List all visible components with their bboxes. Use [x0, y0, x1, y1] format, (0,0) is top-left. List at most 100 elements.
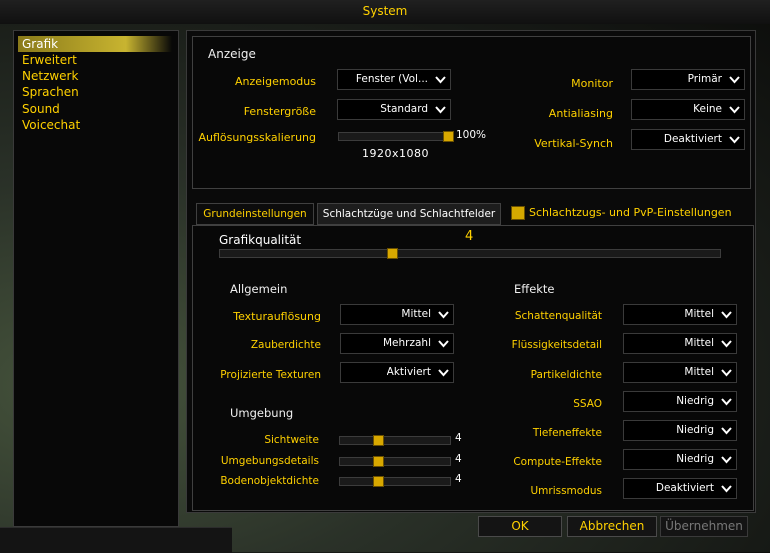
- environment-detail-thumb[interactable]: [373, 456, 384, 467]
- ground-clutter-slider[interactable]: [339, 476, 451, 487]
- outline-mode-label: Umrissmodus: [530, 485, 602, 497]
- graphics-quality-slider[interactable]: [219, 248, 721, 259]
- graphics-quality-label: Grafikqualität: [219, 233, 302, 247]
- render-scale-label: Auflösungsskalierung: [198, 131, 316, 144]
- chevron-down-icon: [729, 76, 740, 84]
- view-distance-thumb[interactable]: [373, 435, 384, 446]
- general-heading: Allgemein: [230, 282, 288, 296]
- window-size-dropdown[interactable]: Standard: [337, 99, 451, 120]
- antialiasing-value: Keine: [693, 103, 722, 115]
- chevron-down-icon: [435, 76, 446, 84]
- display-mode-label: Anzeigemodus: [235, 75, 316, 88]
- texture-resolution-dropdown[interactable]: Mittel: [340, 304, 454, 325]
- depth-effects-dropdown[interactable]: Niedrig: [623, 420, 737, 441]
- nav-item-grafik[interactable]: Grafik: [18, 36, 172, 52]
- view-distance-value: 4: [455, 432, 462, 444]
- nav-item-sound[interactable]: Sound: [18, 101, 172, 117]
- ssao-dropdown[interactable]: Niedrig: [623, 391, 737, 412]
- spell-density-label: Zauberdichte: [250, 339, 321, 351]
- display-heading: Anzeige: [208, 47, 256, 61]
- checkbox-checked-icon[interactable]: [511, 206, 525, 220]
- chevron-down-icon: [721, 398, 732, 406]
- liquid-detail-label: Flüssigkeitsdetail: [511, 339, 602, 351]
- render-scale-thumb[interactable]: [443, 131, 454, 142]
- bottom-bar-remnant: [0, 527, 232, 553]
- graphics-settings-box: Grafikqualität 4 Allgemein Texturauflösu…: [192, 225, 754, 511]
- nav-item-voicechat[interactable]: Voicechat: [18, 117, 172, 133]
- projected-textures-label: Projizierte Texturen: [220, 369, 321, 381]
- chevron-down-icon: [435, 106, 446, 114]
- texture-resolution-label: Texturauflösung: [233, 310, 321, 323]
- vsync-dropdown[interactable]: Deaktiviert: [631, 129, 745, 150]
- environment-detail-label: Umgebungsdetails: [220, 455, 319, 467]
- outline-mode-dropdown[interactable]: Deaktiviert: [623, 478, 737, 499]
- environment-detail-slider[interactable]: [339, 456, 451, 467]
- chevron-down-icon: [721, 340, 732, 348]
- particle-density-dropdown[interactable]: Mittel: [623, 362, 737, 383]
- shadow-quality-dropdown[interactable]: Mittel: [623, 304, 737, 325]
- chevron-down-icon: [721, 456, 732, 464]
- shadow-quality-value: Mittel: [684, 308, 714, 320]
- spell-density-dropdown[interactable]: Mehrzahl: [340, 333, 454, 354]
- display-mode-value: Fenster (Vol...: [355, 73, 428, 85]
- chevron-down-icon: [729, 106, 740, 114]
- graphics-quality-thumb[interactable]: [387, 248, 398, 259]
- window-size-label: Fenstergröße: [243, 105, 316, 118]
- ground-clutter-value: 4: [455, 473, 462, 485]
- chevron-down-icon: [721, 485, 732, 493]
- liquid-detail-dropdown[interactable]: Mittel: [623, 333, 737, 354]
- raid-pvp-settings-label: Schlachtzugs- und PvP-Einstellungen: [529, 206, 732, 219]
- chevron-down-icon: [438, 340, 449, 348]
- tab-raids-battlegrounds[interactable]: Schlachtzüge und Schlachtfelder: [317, 203, 501, 225]
- particle-density-value: Mittel: [684, 366, 714, 378]
- monitor-value: Primär: [687, 73, 722, 85]
- settings-panel: Anzeige Anzeigemodus Fenster (Vol... Fen…: [186, 30, 756, 513]
- monitor-dropdown[interactable]: Primär: [631, 69, 745, 90]
- display-mode-dropdown[interactable]: Fenster (Vol...: [337, 69, 451, 90]
- ground-clutter-thumb[interactable]: [373, 476, 384, 487]
- window-size-value: Standard: [380, 103, 428, 115]
- spell-density-value: Mehrzahl: [382, 337, 431, 349]
- chevron-down-icon: [438, 369, 449, 377]
- nav-item-erweitert[interactable]: Erweitert: [18, 52, 172, 68]
- particle-density-label: Partikeldichte: [530, 369, 602, 381]
- nav-item-netzwerk[interactable]: Netzwerk: [18, 68, 172, 84]
- apply-button[interactable]: Übernehmen: [660, 516, 748, 537]
- display-settings-box: Anzeige Anzeigemodus Fenster (Vol... Fen…: [192, 36, 751, 189]
- chevron-down-icon: [438, 311, 449, 319]
- texture-resolution-value: Mittel: [401, 308, 431, 320]
- window-title: System: [362, 4, 408, 18]
- shadow-quality-label: Schattenqualität: [514, 310, 602, 322]
- category-sidebar: Grafik Erweitert Netzwerk Sprachen Sound…: [13, 30, 179, 527]
- chevron-down-icon: [721, 427, 732, 435]
- view-distance-label: Sichtweite: [264, 434, 319, 446]
- nav-item-sprachen[interactable]: Sprachen: [18, 84, 172, 100]
- ssao-value: Niedrig: [676, 395, 714, 407]
- chevron-down-icon: [729, 136, 740, 144]
- effects-heading: Effekte: [514, 282, 555, 296]
- cancel-button[interactable]: Abbrechen: [567, 516, 657, 537]
- compute-effects-dropdown[interactable]: Niedrig: [623, 449, 737, 470]
- render-scale-percent: 100%: [456, 129, 487, 141]
- environment-detail-value: 4: [455, 453, 462, 465]
- antialiasing-label: Antialiasing: [548, 107, 613, 120]
- depth-effects-label: Tiefeneffekte: [532, 427, 602, 439]
- render-scale-slider[interactable]: [338, 131, 454, 142]
- vsync-label: Vertikal-Synch: [534, 137, 613, 150]
- projected-textures-dropdown[interactable]: Aktiviert: [340, 362, 454, 383]
- title-bar: System: [0, 0, 770, 24]
- compute-effects-value: Niedrig: [676, 453, 714, 465]
- tab-basic-settings[interactable]: Grundeinstellungen: [196, 203, 314, 225]
- chevron-down-icon: [721, 369, 732, 377]
- depth-effects-value: Niedrig: [676, 424, 714, 436]
- ground-clutter-label: Bodenobjektdichte: [220, 475, 319, 487]
- view-distance-slider[interactable]: [339, 435, 451, 446]
- ssao-label: SSAO: [573, 398, 602, 410]
- vsync-value: Deaktiviert: [663, 133, 722, 145]
- resolution-readout: 1920x1080: [362, 147, 429, 160]
- liquid-detail-value: Mittel: [684, 337, 714, 349]
- ok-button[interactable]: OK: [478, 516, 562, 537]
- monitor-label: Monitor: [571, 77, 613, 90]
- compute-effects-label: Compute-Effekte: [513, 456, 602, 468]
- antialiasing-dropdown[interactable]: Keine: [631, 99, 745, 120]
